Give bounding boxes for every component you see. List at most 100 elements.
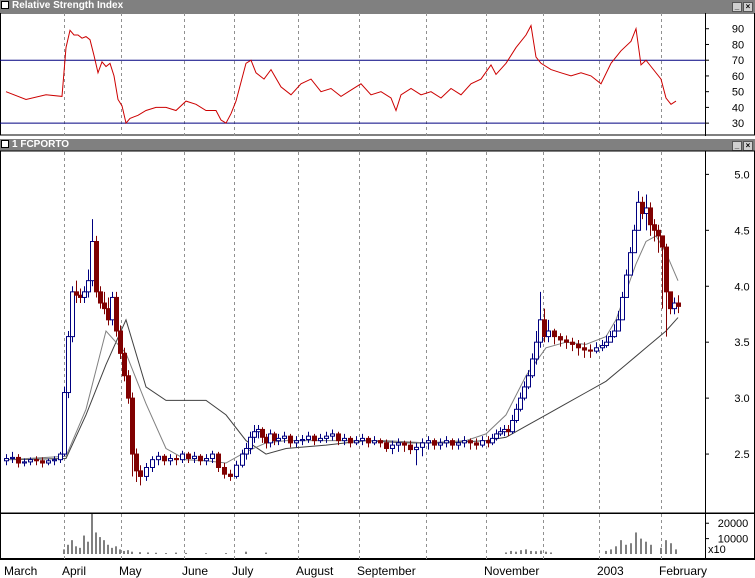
volume-bar	[640, 538, 642, 554]
candle-body	[52, 459, 57, 462]
candle-body	[46, 460, 51, 464]
candle-body	[542, 319, 547, 338]
candle-body	[122, 352, 127, 377]
volume-bar	[63, 549, 65, 554]
candle-body	[408, 444, 413, 451]
candle-body	[518, 397, 523, 410]
candle-body	[272, 433, 277, 442]
candle-body	[186, 453, 191, 460]
candle-body	[628, 252, 633, 276]
volume-bar	[525, 549, 527, 554]
candle-body	[588, 349, 593, 352]
volume-bar	[115, 546, 117, 554]
candle-body	[66, 336, 71, 394]
volume-bar	[610, 549, 612, 554]
candle-body	[480, 440, 485, 446]
volume-bar	[185, 552, 187, 554]
candle-body	[70, 291, 75, 338]
month-label: April	[62, 564, 86, 578]
volume-tick-label: 20000	[718, 518, 749, 530]
candle-body	[248, 436, 253, 449]
candle-body	[74, 291, 79, 296]
volume-bar	[91, 514, 93, 554]
candle-body	[318, 437, 323, 442]
candle-body	[306, 435, 311, 441]
candle-body	[660, 235, 665, 248]
candle-body	[228, 473, 233, 477]
month-label: May	[119, 564, 142, 578]
price-y-axis: 2.5 3.0 3.5 4.0 4.5 5.0	[705, 169, 750, 461]
volume-bar	[630, 543, 632, 554]
month-label: November	[484, 564, 539, 578]
candle-body	[616, 319, 621, 332]
rsi-tick-label: 80	[732, 39, 744, 51]
candle-body	[570, 341, 575, 345]
candle-body	[294, 440, 299, 444]
price-tick-label: 4.5	[734, 225, 749, 237]
volume-bar	[79, 547, 81, 554]
price-tick-label: 5.0	[734, 169, 749, 181]
candle-body	[636, 201, 641, 231]
candle-body	[330, 433, 335, 437]
rsi-tick-label: 70	[732, 55, 744, 67]
candle-body	[114, 296, 119, 332]
month-label: June	[182, 564, 208, 578]
volume-bar	[670, 543, 672, 554]
price-tick-label: 2.5	[734, 449, 749, 461]
candle-body	[420, 442, 425, 448]
candle-body	[360, 437, 365, 442]
candle-body	[552, 330, 557, 338]
candle-body	[260, 428, 265, 438]
candle-body	[78, 294, 83, 298]
candle-body	[86, 280, 91, 293]
candle-body	[324, 435, 329, 439]
candle-body	[244, 447, 249, 455]
rsi-tick-label: 90	[732, 24, 744, 36]
candle-body	[414, 446, 419, 451]
month-label: September	[357, 564, 416, 578]
price-tick-label: 4.0	[734, 281, 749, 293]
candle-body	[604, 341, 609, 347]
candle-body	[640, 201, 645, 215]
volume-bar	[225, 553, 227, 554]
month-label: March	[4, 564, 37, 578]
candle-body	[276, 437, 281, 442]
candle-body	[342, 437, 347, 442]
month-label: August	[296, 564, 334, 578]
candle-body	[522, 386, 527, 399]
volume-bar	[550, 552, 552, 554]
candle-body	[396, 442, 401, 446]
volume-bar	[139, 552, 141, 554]
candle-body	[384, 442, 389, 449]
x-axis: March April May June July August September Nove…	[4, 564, 707, 578]
candle-body	[268, 433, 273, 444]
candle-body	[372, 440, 377, 444]
volume-bar	[510, 550, 512, 554]
candle-body	[312, 435, 317, 442]
volume-bar	[175, 552, 177, 554]
candle-body	[644, 207, 649, 215]
candle-body	[192, 455, 197, 460]
candle-body	[138, 470, 143, 477]
candle-body	[264, 436, 269, 444]
candle-body	[526, 375, 531, 388]
candle-body	[468, 440, 473, 444]
month-label: July	[232, 564, 253, 578]
candle-body	[514, 408, 519, 421]
candle-body	[432, 440, 437, 446]
candle-body	[486, 440, 491, 444]
volume-bar	[645, 541, 647, 554]
candle-body	[162, 455, 167, 462]
candle-body	[144, 466, 149, 477]
volume-bar	[71, 540, 73, 554]
candle-body	[534, 341, 539, 360]
volume-bar	[660, 547, 662, 554]
volume-bar	[99, 537, 101, 554]
chart-canvas: 304050607080902.53.03.54.04.55.010000200…	[0, 12, 755, 578]
candle-body	[22, 461, 27, 464]
rsi-line	[5, 24, 677, 125]
volume-bar	[165, 553, 167, 554]
candle-body	[130, 397, 135, 455]
volume-bar	[155, 552, 157, 554]
candle-body	[444, 440, 449, 444]
